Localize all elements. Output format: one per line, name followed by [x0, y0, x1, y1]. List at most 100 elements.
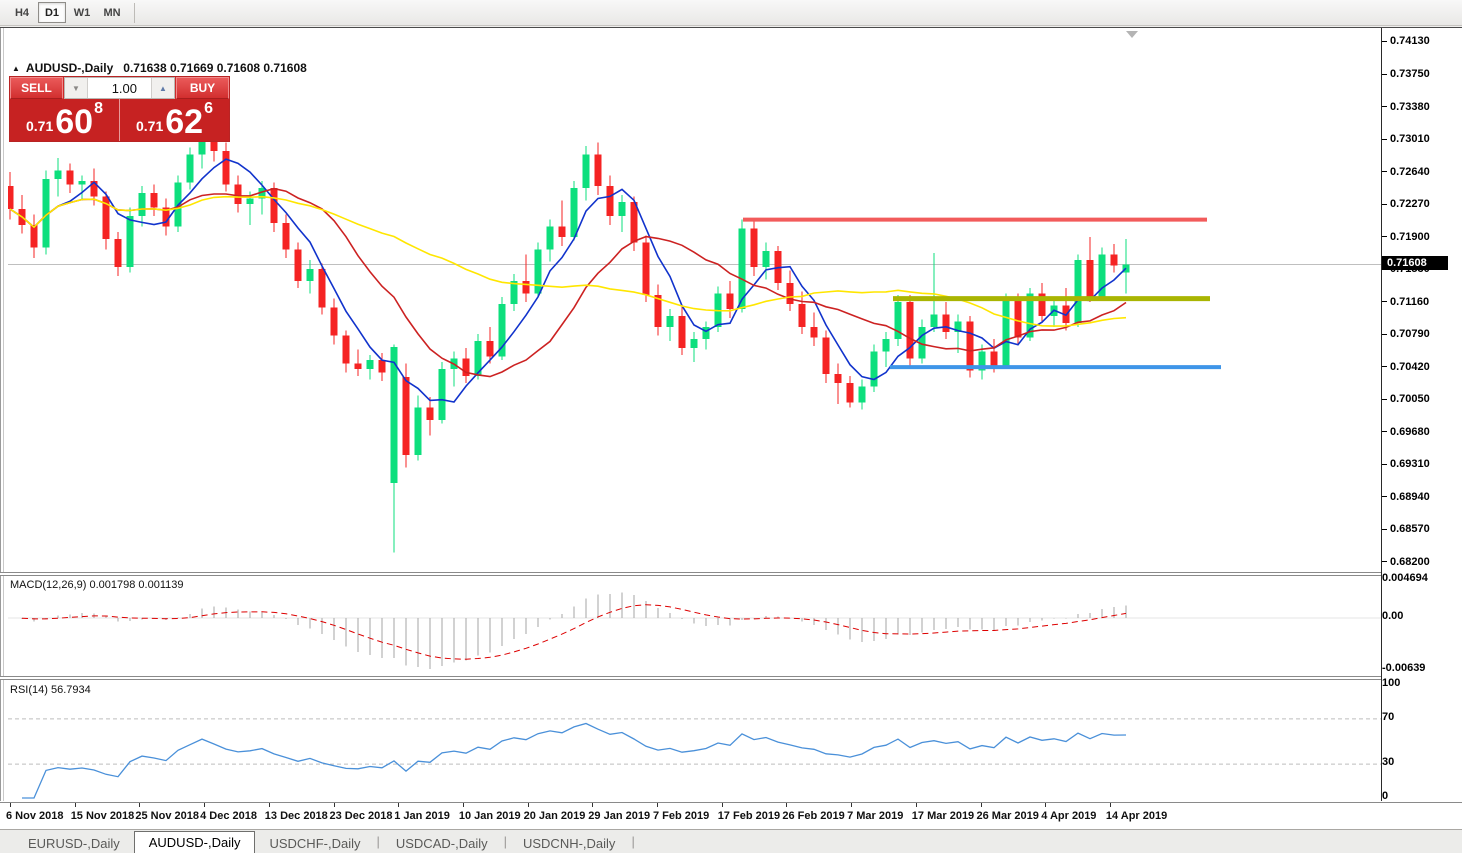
- buy-price-display[interactable]: 0.71 62 6: [120, 99, 229, 141]
- date-label: 25 Nov 2018: [135, 810, 199, 822]
- axis-tick: 70: [1382, 710, 1394, 723]
- date-label: 10 Jan 2019: [459, 810, 521, 822]
- date-tick: [1110, 803, 1111, 807]
- date-label: 4 Apr 2019: [1041, 810, 1096, 822]
- macd-canvas[interactable]: [8, 576, 1381, 676]
- axis-tick: 0.69310: [1382, 458, 1430, 471]
- date-label: 17 Mar 2019: [912, 810, 974, 822]
- sell-price-display[interactable]: 0.71 60 8: [10, 99, 120, 141]
- tab-separator: |: [502, 834, 509, 849]
- rsi-line: [22, 724, 1126, 799]
- axis-tick: 0.74130: [1382, 35, 1430, 48]
- buy-price-big: 62: [165, 109, 203, 137]
- price-scale[interactable]: 0.74130 0.73750 0.73380 0.73010 0.72640 0.722…: [1382, 28, 1462, 801]
- macd-histogram: [22, 593, 1126, 669]
- axis-tick: 0: [1382, 790, 1388, 803]
- volume-increase-button[interactable]: ▲: [151, 78, 174, 98]
- date-tick: [1045, 803, 1046, 807]
- macd-pane[interactable]: [8, 576, 1381, 676]
- date-tick: [10, 803, 11, 807]
- date-tick: [269, 803, 270, 807]
- date-tick: [398, 803, 399, 807]
- date-label: 7 Mar 2019: [847, 810, 903, 822]
- axis-tick: 30: [1382, 756, 1394, 769]
- sell-price-big: 60: [55, 109, 93, 137]
- date-label: 26 Feb 2019: [782, 810, 844, 822]
- rsi-canvas[interactable]: [8, 680, 1381, 801]
- mt4-terminal: H4D1W1MN ▲ AUDUSD-,Daily 0.71638 0.71669…: [0, 0, 1462, 853]
- date-tick: [981, 803, 982, 807]
- sell-button[interactable]: SELL: [10, 77, 63, 99]
- date-tick: [204, 803, 205, 807]
- ohlc-values: 0.71638 0.71669 0.71608 0.71608: [123, 61, 307, 75]
- chart-window: ▲ AUDUSD-,Daily 0.71638 0.71669 0.71608 …: [0, 27, 1462, 828]
- volume-input[interactable]: 1.00: [88, 78, 151, 98]
- date-tick: [463, 803, 464, 807]
- axis-tick: 0.68570: [1382, 523, 1430, 536]
- date-label: 29 Jan 2019: [588, 810, 650, 822]
- sell-price-pip: 8: [94, 100, 103, 118]
- time-scale[interactable]: 6 Nov 2018 15 Nov 201825 Nov 20184 Dec 20…: [0, 802, 1462, 830]
- date-label: 15 Nov 2018: [71, 810, 135, 822]
- buy-price-pip: 6: [204, 100, 213, 118]
- axis-tick: 100: [1382, 677, 1400, 690]
- date-tick: [851, 803, 852, 807]
- collapse-triangle-icon[interactable]: ▲: [12, 64, 20, 73]
- date-label: 7 Feb 2019: [653, 810, 709, 822]
- date-tick: [334, 803, 335, 807]
- chart-title-line: ▲ AUDUSD-,Daily 0.71638 0.71669 0.71608 …: [12, 61, 307, 75]
- rsi-label: RSI(14) 56.7934: [10, 684, 91, 696]
- buy-price-prefix: 0.71: [136, 118, 163, 134]
- symbol-period-label: AUDUSD-,Daily: [26, 61, 113, 75]
- timeframe-button-mn[interactable]: MN: [98, 2, 126, 23]
- chart-tab-usdchf[interactable]: USDCHF-,Daily: [255, 833, 374, 853]
- date-label: 1 Jan 2019: [394, 810, 450, 822]
- axis-tick: 0.68940: [1382, 490, 1430, 503]
- date-tick: [786, 803, 787, 807]
- date-label: 4 Dec 2018: [200, 810, 257, 822]
- date-tick: [916, 803, 917, 807]
- date-tick: [592, 803, 593, 807]
- chart-shift-marker-icon[interactable]: [1126, 31, 1138, 38]
- axis-tick: 0.72640: [1382, 165, 1430, 178]
- axis-tick: 0.004694: [1382, 572, 1428, 585]
- axis-tick: 0.68200: [1382, 555, 1430, 568]
- buy-button[interactable]: BUY: [176, 77, 229, 99]
- axis-tick: 0.73750: [1382, 68, 1430, 81]
- date-tick: [722, 803, 723, 807]
- tab-separator: |: [374, 834, 381, 849]
- timeframe-button-d1[interactable]: D1: [38, 2, 66, 23]
- volume-decrease-button[interactable]: ▼: [65, 78, 88, 98]
- axis-tick: 0.70790: [1382, 328, 1430, 341]
- date-label: 26 Mar 2019: [977, 810, 1039, 822]
- date-label: 17 Feb 2019: [718, 810, 780, 822]
- date-tick: [75, 803, 76, 807]
- macd-label: MACD(12,26,9) 0.001798 0.001139: [10, 579, 183, 591]
- axis-tick: 0.71900: [1382, 230, 1430, 243]
- date-label: 20 Jan 2019: [524, 810, 586, 822]
- date-tick: [657, 803, 658, 807]
- axis-tick: 0.73010: [1382, 133, 1430, 146]
- sell-price-prefix: 0.71: [26, 118, 53, 134]
- date-label: 23 Dec 2018: [330, 810, 393, 822]
- chart-tab-usdcnh[interactable]: USDCNH-,Daily: [509, 833, 629, 853]
- chart-tab-audusd[interactable]: AUDUSD-,Daily: [134, 831, 256, 853]
- timeframe-button-w1[interactable]: W1: [68, 2, 96, 23]
- axis-tick: 0.72270: [1382, 198, 1430, 211]
- one-click-trade-panel: SELL ▼ 1.00 ▲ BUY 0.71 60 8 0.71 62 6: [10, 77, 229, 141]
- window-left-border-inner: [3, 28, 4, 801]
- axis-tick: 0.73380: [1382, 100, 1430, 113]
- rsi-pane[interactable]: [8, 680, 1381, 801]
- axis-tick: 0.69680: [1382, 425, 1430, 438]
- date-label: 6 Nov 2018: [6, 810, 63, 822]
- chart-tab-eurusd[interactable]: EURUSD-,Daily: [14, 833, 134, 853]
- axis-tick: 0.00: [1382, 610, 1403, 623]
- tab-separator: |: [629, 834, 636, 849]
- window-left-border: [0, 28, 1, 801]
- date-tick: [528, 803, 529, 807]
- chart-tab-usdcad[interactable]: USDCAD-,Daily: [382, 833, 502, 853]
- axis-tick: -0.00639: [1382, 661, 1425, 674]
- timeframe-button-h4[interactable]: H4: [8, 2, 36, 23]
- date-label: 13 Dec 2018: [265, 810, 328, 822]
- volume-spinner: ▼ 1.00 ▲: [64, 77, 175, 99]
